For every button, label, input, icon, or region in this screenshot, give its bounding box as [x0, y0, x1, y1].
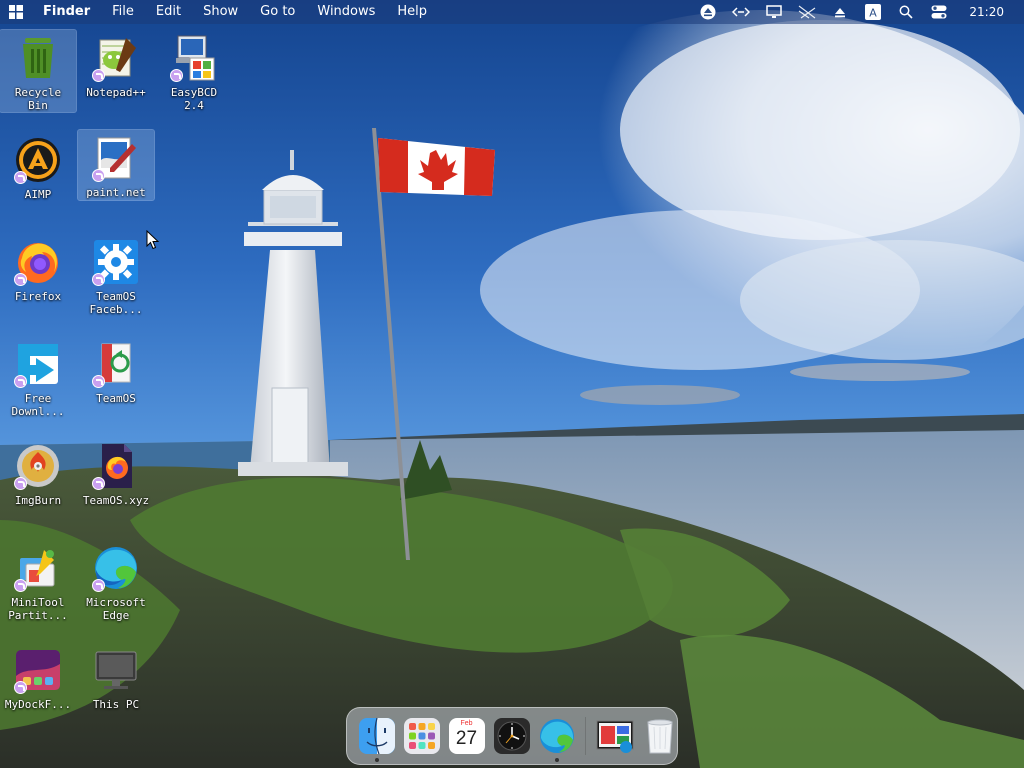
desktop-icon-label: Microsoft Edge	[86, 596, 146, 622]
clock-icon	[493, 718, 530, 754]
monitor-icon[interactable]	[757, 0, 790, 24]
shortcut-arrow-icon	[14, 171, 27, 184]
desktop-icon-label: Firefox	[14, 290, 62, 303]
menubar-clock[interactable]: 21:20	[955, 5, 1012, 19]
menu-go-to[interactable]: Go to	[249, 0, 306, 24]
desktop-icon-label: EasyBCD 2.4	[170, 86, 218, 112]
windows-logo-icon[interactable]	[0, 0, 32, 24]
teamos-window-icon	[596, 720, 633, 753]
status-area: A 21:20	[691, 0, 1024, 24]
control-center-icon[interactable]	[922, 0, 955, 24]
recycle-bin-icon	[23, 38, 53, 78]
menu-windows[interactable]: Windows	[306, 0, 386, 24]
desktop-icon-label: AIMP	[24, 188, 52, 201]
desktop-icon-label: Notepad++	[86, 86, 146, 99]
dock-teamos-window[interactable]	[596, 717, 634, 755]
desktop-icon-free-download-manager[interactable]: Free Downl...	[0, 336, 76, 418]
edge-icon	[539, 719, 574, 753]
dock-calendar[interactable]: Feb 27	[448, 717, 486, 755]
desktop-icon-label: paint.net	[86, 186, 146, 199]
desktop-icon-teamos-xyz[interactable]: TeamOS.xyz	[78, 438, 154, 507]
desktop-icon-mydockfinder[interactable]: MyDockF...	[0, 642, 76, 711]
shortcut-arrow-icon	[14, 579, 27, 592]
menu-bar: Finder File Edit Show Go to Windows Help…	[0, 0, 1024, 24]
running-indicator	[554, 758, 559, 762]
dock-separator	[585, 717, 586, 755]
desktop-icon-label: TeamOS Faceb...	[89, 290, 143, 316]
this-pc-icon	[95, 651, 137, 689]
desktop-icon-firefox[interactable]: Firefox	[0, 234, 76, 303]
desktop-icon-label: MiniTool Partit...	[8, 596, 68, 622]
calendar-day: 27	[455, 728, 478, 749]
desktop-icon-teamos[interactable]: TeamOS	[78, 336, 154, 405]
desktop-icon-imgburn[interactable]: ImgBurn	[0, 438, 76, 507]
desktop-icon-this-pc[interactable]: This PC	[78, 642, 154, 711]
shortcut-arrow-icon	[92, 579, 105, 592]
shortcut-arrow-icon	[14, 477, 27, 490]
calendar-month: Feb	[460, 720, 473, 727]
code-arrows-icon[interactable]	[724, 0, 757, 24]
menu-finder[interactable]: Finder	[32, 0, 101, 24]
menu-help[interactable]: Help	[386, 0, 438, 24]
desktop-icon-teamos-facebook[interactable]: TeamOS Faceb...	[78, 234, 154, 316]
dock-launchpad[interactable]	[403, 717, 441, 755]
network-icon[interactable]	[790, 0, 823, 24]
desktop-icon-label: This PC	[92, 698, 140, 711]
shortcut-arrow-icon	[14, 681, 27, 694]
shortcut-arrow-icon	[14, 375, 27, 388]
desktop-icon-aimp[interactable]: AIMP	[0, 132, 76, 201]
desktop-icon-minitool[interactable]: MiniTool Partit...	[0, 540, 76, 622]
shortcut-arrow-icon	[92, 69, 105, 82]
dock-finder[interactable]	[358, 717, 396, 762]
dock-trash[interactable]	[641, 717, 679, 755]
desktop-icon-label: Recycle Bin	[14, 86, 62, 112]
desktop-icon-label: TeamOS	[96, 392, 136, 405]
dock-clock[interactable]	[493, 717, 531, 755]
shortcut-arrow-icon	[92, 273, 105, 286]
shortcut-arrow-icon	[92, 477, 105, 490]
desktop-icon-recycle-bin[interactable]: Recycle Bin	[0, 29, 77, 113]
dock-edge[interactable]	[538, 717, 576, 762]
mouse-pointer-icon	[146, 229, 160, 250]
menu-show[interactable]: Show	[192, 0, 249, 24]
desktop-icon-label: Free Downl...	[11, 392, 65, 418]
desktop-icon-paint-net[interactable]: paint.net	[77, 129, 155, 201]
shortcut-arrow-icon	[92, 169, 105, 182]
desktop-icon-notepad-plus-plus[interactable]: Notepad++	[78, 30, 154, 99]
app-menu: Finder File Edit Show Go to Windows Help	[32, 0, 438, 24]
desktop-icon-easybcd[interactable]: EasyBCD 2.4	[156, 30, 232, 112]
dock: Feb 27	[346, 707, 678, 765]
trash-icon	[646, 719, 673, 754]
svg-text:A: A	[869, 7, 877, 20]
shortcut-arrow-icon	[170, 69, 183, 82]
finder-icon	[358, 717, 395, 755]
desktop-icon-label: TeamOS.xyz	[82, 494, 150, 507]
search-icon[interactable]	[889, 0, 922, 24]
desktop-icon-label: ImgBurn	[14, 494, 62, 507]
desktop-icon-microsoft-edge[interactable]: Microsoft Edge	[78, 540, 154, 622]
upload-icon[interactable]	[823, 0, 856, 24]
eject-icon[interactable]	[691, 0, 724, 24]
running-indicator	[374, 758, 379, 762]
menu-file[interactable]: File	[101, 0, 145, 24]
menu-edit[interactable]: Edit	[145, 0, 192, 24]
keyboard-layout-icon[interactable]: A	[856, 0, 889, 24]
desktop-icon-label: MyDockF...	[4, 698, 72, 711]
shortcut-arrow-icon	[14, 273, 27, 286]
launchpad-icon	[403, 718, 440, 754]
shortcut-arrow-icon	[92, 375, 105, 388]
